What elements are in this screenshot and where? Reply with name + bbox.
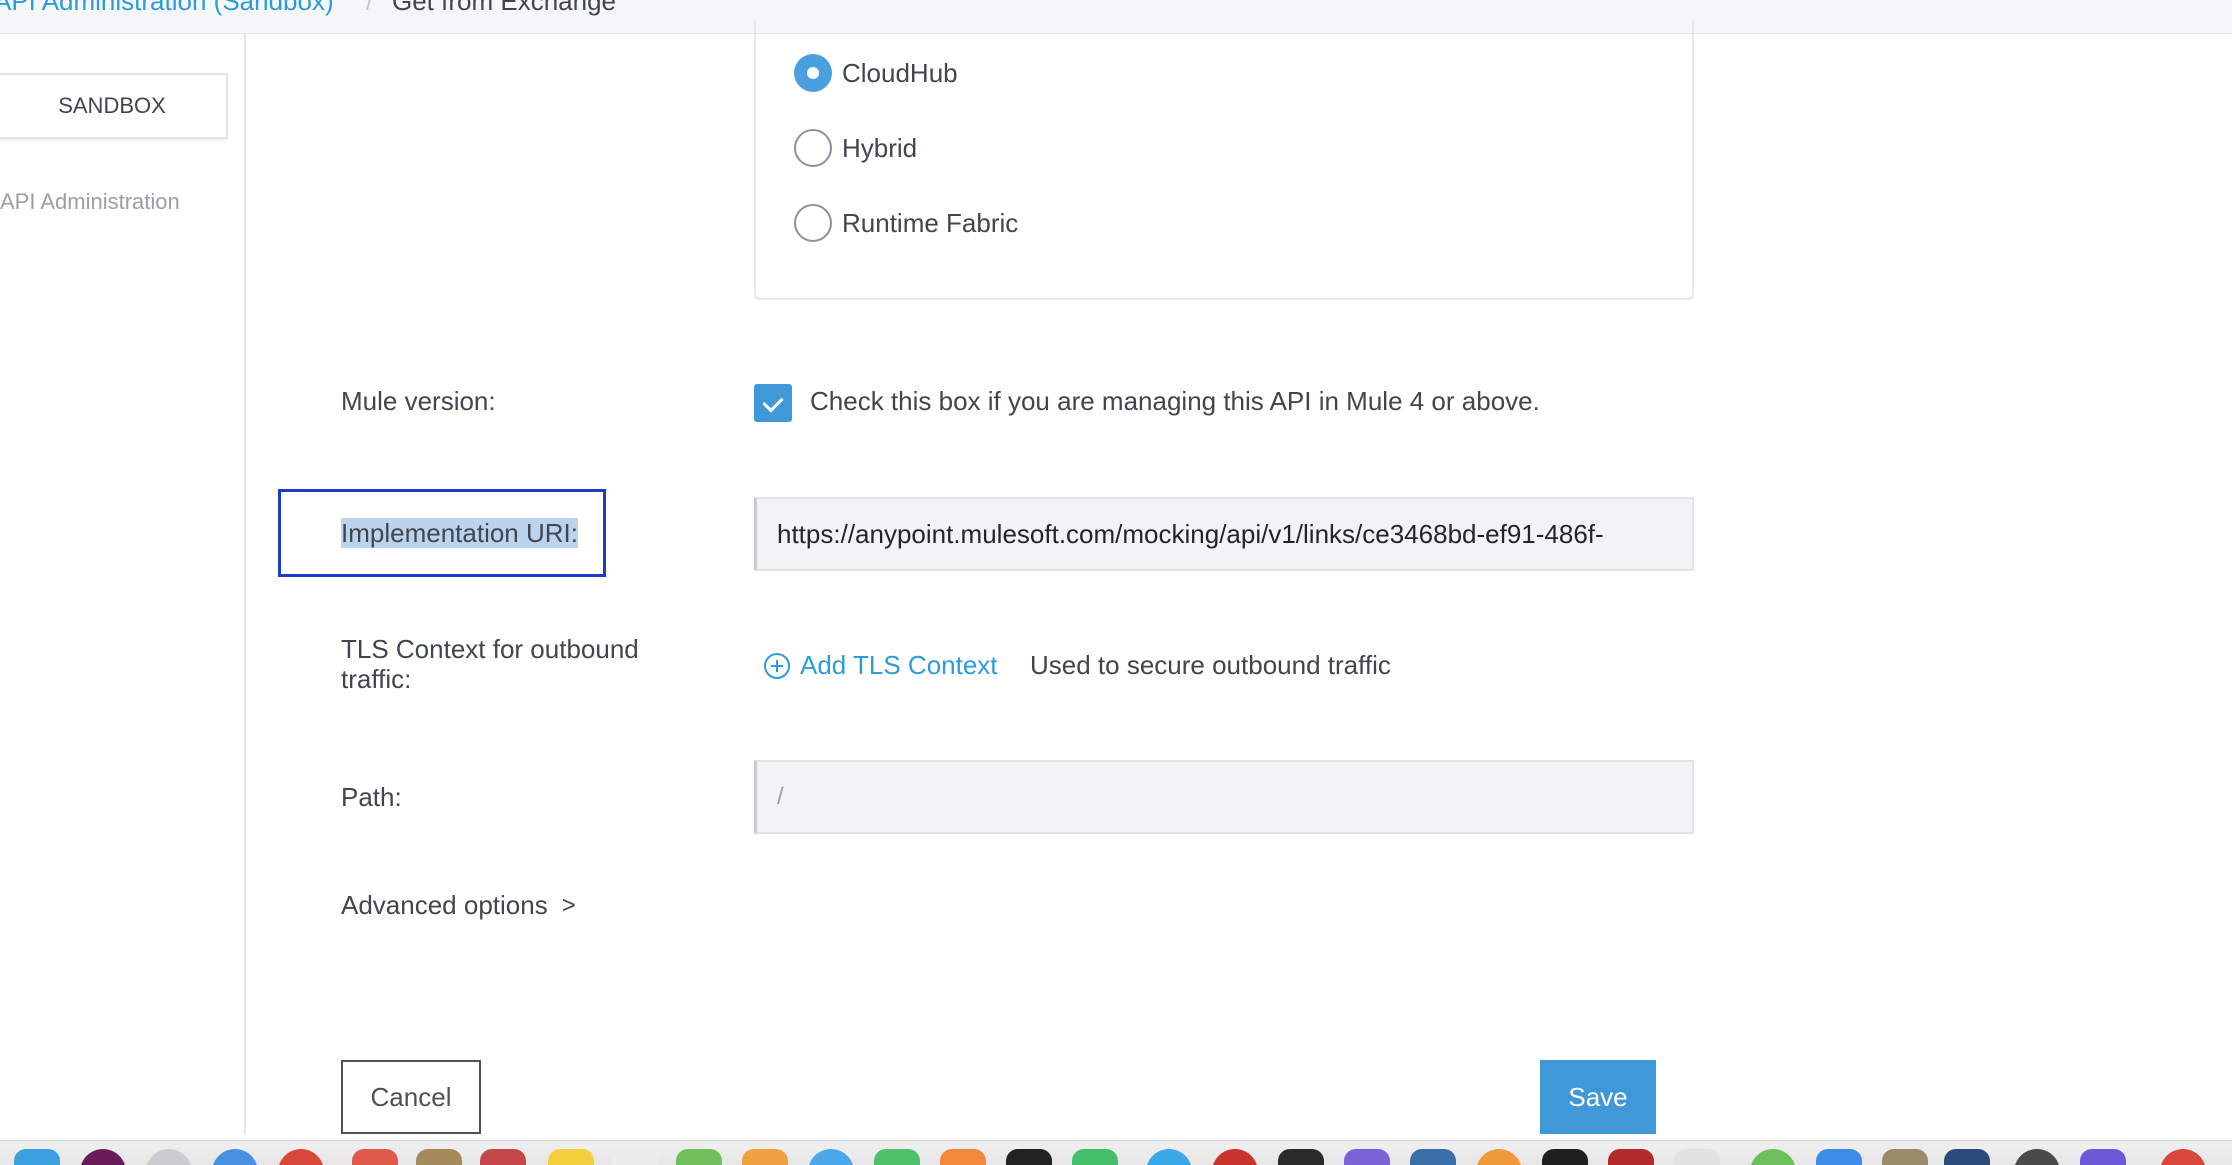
path-label: Path: <box>341 782 402 812</box>
app-icon[interactable] <box>1212 1149 1258 1165</box>
app-icon[interactable] <box>1006 1149 1052 1165</box>
tls-label-line2: traffic: <box>341 664 412 694</box>
mule4-checkbox[interactable] <box>754 384 792 422</box>
app-icon[interactable] <box>146 1149 192 1165</box>
app-icon[interactable] <box>1674 1149 1720 1165</box>
breadcrumb-separator: / <box>366 0 374 16</box>
app-icon[interactable] <box>2160 1149 2206 1165</box>
cancel-button[interactable]: Cancel <box>341 1060 481 1134</box>
app-icon[interactable] <box>1072 1149 1118 1165</box>
tls-label-line1: TLS Context for outbound <box>341 634 639 664</box>
calendar-icon[interactable] <box>352 1149 398 1165</box>
add-tls-context-text: Add TLS Context <box>800 650 998 680</box>
radio-selected-icon[interactable] <box>794 54 832 92</box>
chevron-right-icon: > <box>561 891 576 919</box>
app-icon[interactable] <box>1476 1149 1522 1165</box>
plus-circle-icon <box>764 652 790 679</box>
app-icon[interactable] <box>1410 1149 1456 1165</box>
app-icon[interactable] <box>80 1149 126 1165</box>
radio-label: Runtime Fabric <box>842 207 1019 238</box>
add-tls-context-link[interactable]: Add TLS Context <box>764 650 998 681</box>
save-button[interactable]: Save <box>1540 1060 1656 1134</box>
radio-label: CloudHub <box>842 57 958 88</box>
advanced-options-toggle[interactable]: Advanced options > <box>341 890 576 921</box>
tls-context-label: TLS Context for outbound traffic: <box>341 634 639 694</box>
app-icon[interactable] <box>1750 1149 1796 1165</box>
app-icon[interactable] <box>676 1149 722 1165</box>
radio-hybrid[interactable]: Hybrid <box>794 129 917 167</box>
sidebar-item-api-administration[interactable]: API Administration <box>0 189 180 215</box>
finder-icon[interactable] <box>14 1149 60 1165</box>
app-icon[interactable] <box>1608 1149 1654 1165</box>
radio-cloudhub[interactable]: CloudHub <box>794 54 958 92</box>
environment-selector[interactable]: SANDBOX <box>0 73 228 139</box>
radio-unselected-icon[interactable] <box>794 129 832 167</box>
app-icon[interactable] <box>2080 1149 2126 1165</box>
radio-label: Hybrid <box>842 132 918 163</box>
app-icon[interactable] <box>808 1149 854 1165</box>
implementation-uri-label: Implementation URI: <box>341 518 578 548</box>
app-icon[interactable] <box>1882 1149 1928 1165</box>
app-icon[interactable] <box>2014 1149 2060 1165</box>
app-icon[interactable] <box>1816 1149 1862 1165</box>
safari-icon[interactable] <box>212 1149 258 1165</box>
messages-icon[interactable] <box>874 1149 920 1165</box>
app-icon[interactable] <box>1344 1149 1390 1165</box>
app-icon[interactable] <box>1278 1149 1324 1165</box>
sidebar: SANDBOX API Administration <box>0 34 246 1134</box>
mule4-checkbox-label: Check this box if you are managing this … <box>810 386 1540 416</box>
app-icon[interactable] <box>612 1149 658 1165</box>
breadcrumb-current: Get from Exchange <box>392 0 616 16</box>
tls-help-text: Used to secure outbound traffic <box>1030 650 1391 680</box>
mule-version-label: Mule version: <box>341 386 496 416</box>
notes-icon[interactable] <box>548 1149 594 1165</box>
advanced-options-label: Advanced options <box>341 890 548 920</box>
implementation-uri-input[interactable]: https://anypoint.mulesoft.com/mocking/ap… <box>754 497 1694 571</box>
terminal-icon[interactable] <box>1542 1149 1588 1165</box>
app-icon[interactable] <box>940 1149 986 1165</box>
radio-runtime-fabric[interactable]: Runtime Fabric <box>794 204 1018 242</box>
app-icon[interactable] <box>1146 1149 1192 1165</box>
radio-unselected-icon[interactable] <box>794 204 832 242</box>
app-icon[interactable] <box>1944 1149 1990 1165</box>
breadcrumb-parent-link[interactable]: API Administration (Sandbox) <box>0 0 334 18</box>
path-input[interactable]: / <box>754 760 1694 834</box>
app-icon[interactable] <box>278 1149 324 1165</box>
os-dock <box>0 1140 2232 1165</box>
app-icon[interactable] <box>480 1149 526 1165</box>
app-icon[interactable] <box>416 1149 462 1165</box>
app-icon[interactable] <box>742 1149 788 1165</box>
